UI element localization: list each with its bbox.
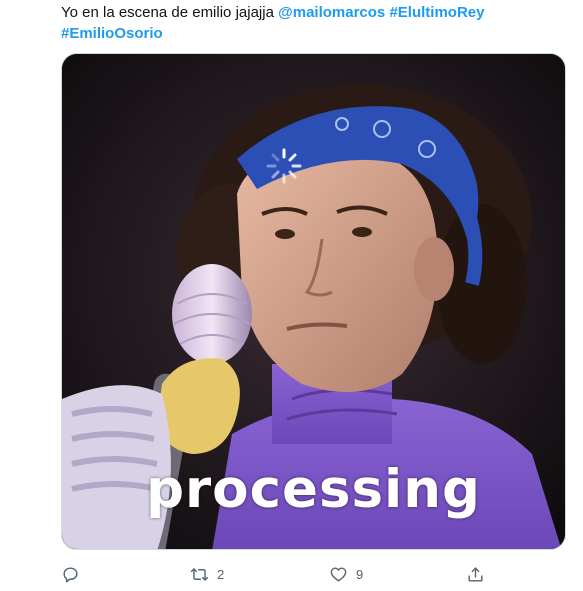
tweet-text: Yo en la escena de emilio jajajja @mailo…: [61, 2, 561, 44]
retweet-icon: [190, 567, 209, 581]
hashtag-link[interactable]: #EmilioOsorio: [61, 25, 163, 42]
meme-caption: processing: [146, 459, 481, 520]
reply-button[interactable]: [61, 562, 80, 586]
like-count: 9: [356, 566, 364, 582]
tweet-image[interactable]: processing: [61, 53, 566, 550]
tweet: Yo en la escena de emilio jajajja @mailo…: [0, 0, 583, 591]
reply-icon: [63, 566, 78, 582]
share-button[interactable]: [466, 562, 485, 586]
tweet-actions: 2 9: [61, 562, 491, 586]
heart-icon: [330, 566, 347, 582]
mention-link[interactable]: @mailomarcos: [278, 4, 385, 21]
retweet-button[interactable]: 2: [190, 562, 224, 586]
retweet-count: 2: [217, 566, 225, 582]
share-icon: [468, 566, 483, 582]
hashtag-link[interactable]: #ElultimoRey: [389, 4, 484, 21]
like-button[interactable]: 9: [329, 562, 363, 586]
tweet-body-text: Yo en la escena de emilio jajajja: [61, 4, 274, 21]
